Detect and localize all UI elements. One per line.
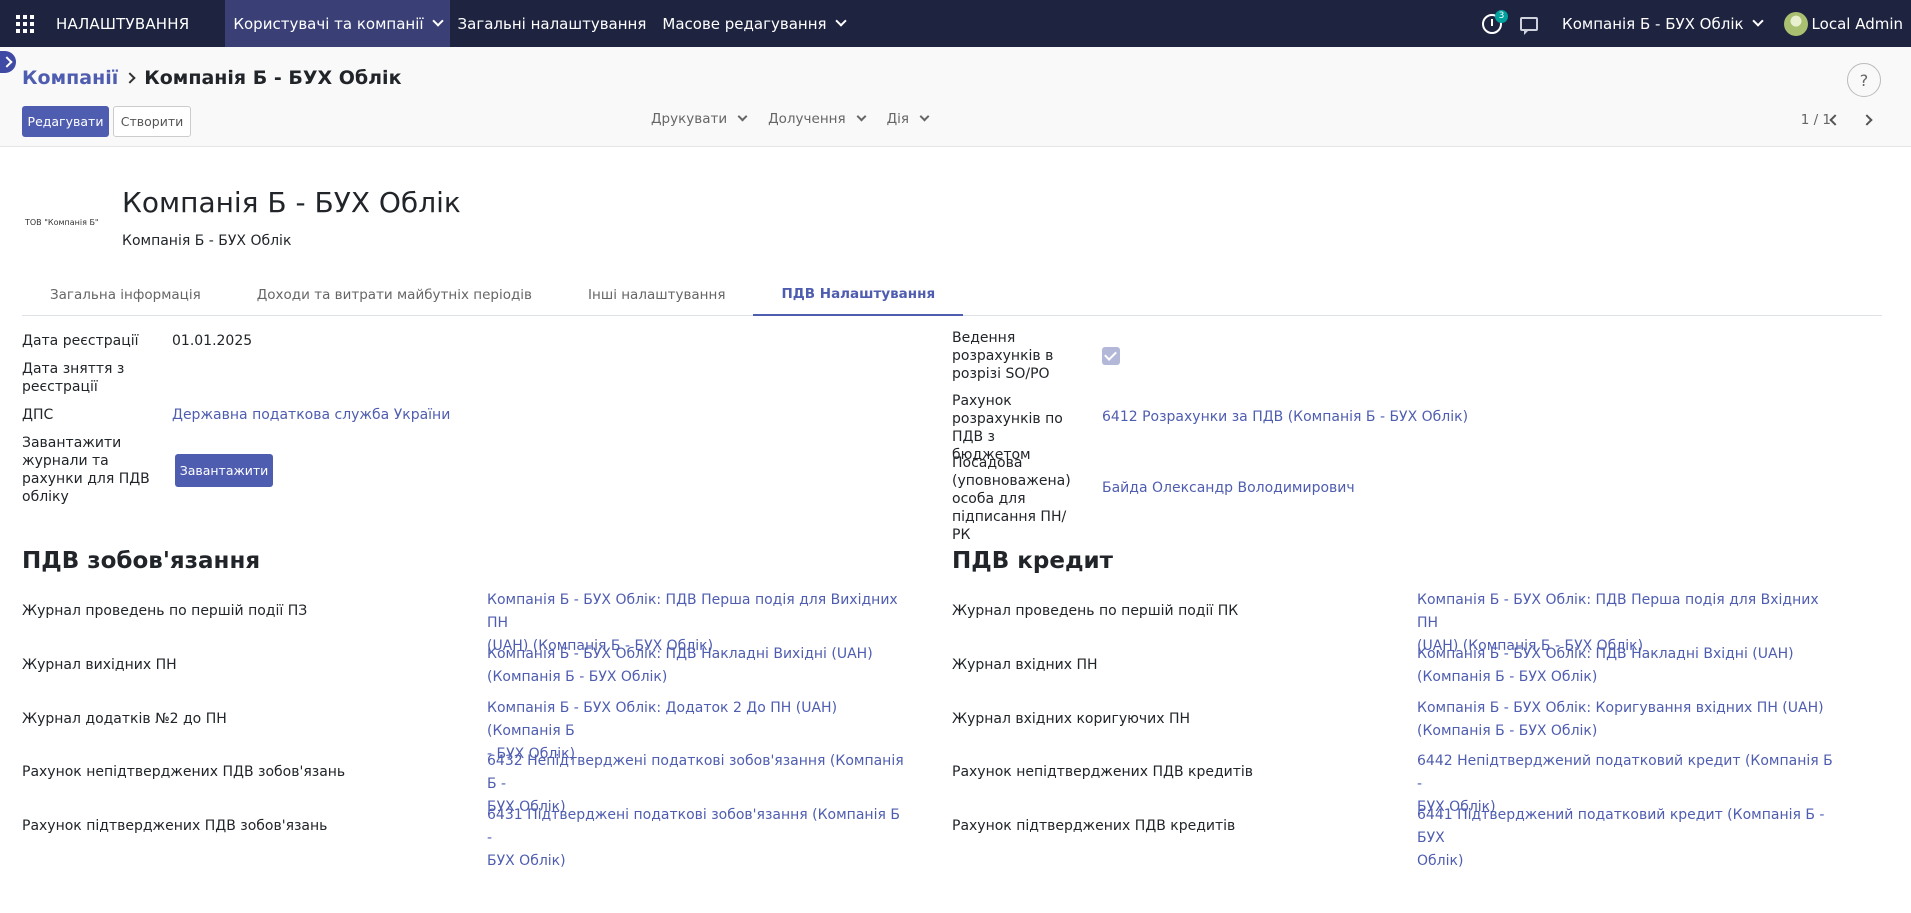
- tab-vat-settings[interactable]: ПДВ Налаштування: [753, 273, 964, 316]
- pager-next-icon[interactable]: [1861, 114, 1873, 126]
- reg-date-value[interactable]: 01.01.2025: [172, 332, 252, 350]
- load-button[interactable]: Завантажити: [175, 454, 273, 487]
- print-dropdown[interactable]: Друкувати: [651, 111, 748, 127]
- menu-users-companies[interactable]: Користувачі та компанії: [225, 0, 450, 47]
- dps-label: ДПС: [22, 407, 54, 423]
- credit-row-link-line: Компанія Б - БУХ Облік: ПДВ Накладні Вхі…: [1417, 646, 1794, 662]
- liab-row-link-line: БУХ Облік): [487, 853, 566, 869]
- chevron-down-icon: [856, 111, 867, 122]
- company-name: Компанія Б - БУХ Облік: [122, 186, 461, 219]
- liab-row-label: Рахунок підтверджених ПДВ зобов'язань: [22, 818, 328, 834]
- credit-row-link-line: 6442 Непідтверджений податковий кредит (…: [1417, 753, 1833, 792]
- liab-row-link-line: Компанія Б - БУХ Облік: ПДВ Перша подія …: [487, 592, 898, 631]
- chevron-down-icon: [834, 15, 847, 27]
- menu-users-companies-label: Користувачі та компанії: [233, 14, 424, 33]
- credit-row-link-line: Компанія Б - БУХ Облік: Коригування вхід…: [1417, 700, 1824, 716]
- liab-row-link-line: 6432 Непідтверджені податкові зобов'язан…: [487, 753, 904, 792]
- activity-clock-icon[interactable]: 3: [1482, 9, 1509, 34]
- chevron-down-icon: [737, 111, 748, 122]
- tab-other-settings[interactable]: Інші налаштування: [560, 273, 753, 316]
- liab-row-link[interactable]: Компанія Б - БУХ Облік: ПДВ Накладні Вих…: [487, 643, 907, 689]
- print-dropdown-label: Друкувати: [651, 111, 728, 127]
- control-panel: Компанії Компанія Б - БУХ Облік ? Редагу…: [0, 47, 1911, 147]
- liab-row-link-line: (Компанія Б - БУХ Облік): [487, 669, 668, 685]
- reg-date-label: Дата реєстрації: [22, 333, 139, 349]
- chevron-down-icon: [431, 15, 444, 27]
- pager-previous-icon[interactable]: [1829, 114, 1841, 126]
- top-navbar: НАЛАШТУВАННЯ Користувачі та компанії Заг…: [0, 0, 1911, 47]
- breadcrumb-current: Компанія Б - БУХ Облік: [144, 67, 402, 89]
- liab-row-link-line: Компанія Б - БУХ Облік: Додаток 2 До ПН …: [487, 700, 838, 739]
- breadcrumb: Компанії Компанія Б - БУХ Облік: [22, 67, 401, 89]
- credit-row-link-line: Облік): [1417, 853, 1464, 869]
- sopo-checkbox[interactable]: [1102, 347, 1120, 365]
- credit-row-link-line: (Компанія Б - БУХ Облік): [1417, 723, 1598, 739]
- company-form: ТОВ "Компанія Б" Компанія Б - БУХ Облік …: [0, 148, 1911, 913]
- liab-row-link-line: Компанія Б - БУХ Облік: ПДВ Накладні Вих…: [487, 646, 873, 662]
- user-name: Local Admin: [1811, 14, 1903, 33]
- chevron-right-icon: [124, 72, 136, 84]
- menu-mass-edit[interactable]: Масове редагування: [654, 0, 852, 47]
- sidebar-toggle-icon[interactable]: [0, 51, 16, 73]
- signer-link[interactable]: Байда Олександр Володимирович: [1102, 479, 1355, 497]
- liab-row-label: Журнал проведень по першій події ПЗ: [22, 603, 308, 619]
- credit-row-link-line: 6441 Підтверджений податковий кредит (Ко…: [1417, 807, 1825, 846]
- liab-row-link[interactable]: 6431 Підтверджені податкові зобов'язання…: [487, 804, 907, 873]
- attachments-dropdown[interactable]: Долучення: [768, 111, 867, 127]
- liab-row-label: Рахунок непідтверджених ПДВ зобов'язань: [22, 764, 346, 780]
- company-switcher[interactable]: Компанія Б - БУХ Облік: [1562, 14, 1764, 33]
- menu-mass-edit-label: Масове редагування: [662, 14, 827, 33]
- credit-row-label: Журнал проведень по першій події ПК: [952, 603, 1239, 619]
- vat-liabilities-title: ПДВ зобов'язання: [22, 548, 261, 574]
- credit-row-label: Журнал вхідних коригуючих ПН: [952, 711, 1191, 727]
- menu-general-settings-label: Загальні налаштування: [457, 14, 647, 33]
- help-button[interactable]: ?: [1847, 63, 1881, 97]
- user-menu[interactable]: Local Admin: [1783, 11, 1903, 36]
- credit-row-label: Рахунок непідтверджених ПДВ кредитів: [952, 764, 1254, 780]
- sopo-label: Ведення розрахунків в розрізі SO/PO: [952, 330, 1054, 382]
- apps-menu-icon[interactable]: [0, 0, 50, 47]
- company-switcher-label: Компанія Б - БУХ Облік: [1562, 14, 1744, 33]
- app-brand[interactable]: НАЛАШТУВАННЯ: [56, 15, 189, 33]
- company-subtitle: Компанія Б - БУХ Облік: [122, 233, 292, 249]
- signer-label: Посадова (уповноважена) особа для підпис…: [952, 455, 1071, 543]
- load-journals-label: Завантажити журнали та рахунки для ПДВ о…: [22, 435, 150, 505]
- dps-link[interactable]: Державна податкова служба України: [172, 406, 450, 424]
- dereg-date-label: Дата зняття з реєстрації: [22, 361, 125, 395]
- chevron-down-icon: [919, 111, 930, 122]
- liab-row-label: Журнал вихідних ПН: [22, 657, 177, 673]
- credit-row-label: Рахунок підтверджених ПДВ кредитів: [952, 818, 1236, 834]
- liab-row-label: Журнал додатків №2 до ПН: [22, 711, 227, 727]
- create-button[interactable]: Створити: [113, 106, 191, 137]
- vat-account-link[interactable]: 6412 Розрахунки за ПДВ (Компанія Б - БУХ…: [1102, 408, 1468, 426]
- liab-row-link-line: 6431 Підтверджені податкові зобов'язання…: [487, 807, 900, 846]
- action-dropdown-label: Дія: [886, 111, 910, 127]
- vat-credit-title: ПДВ кредит: [952, 548, 1113, 574]
- attachments-dropdown-label: Долучення: [768, 111, 846, 127]
- breadcrumb-companies-link[interactable]: Компанії: [22, 67, 118, 89]
- avatar: [1783, 11, 1808, 36]
- credit-row-link-line: Компанія Б - БУХ Облік: ПДВ Перша подія …: [1417, 592, 1819, 631]
- credit-row-label: Журнал вхідних ПН: [952, 657, 1098, 673]
- credit-row-link-line: (Компанія Б - БУХ Облік): [1417, 669, 1598, 685]
- credit-row-link[interactable]: 6441 Підтверджений податковий кредит (Ко…: [1417, 804, 1837, 873]
- pager-value[interactable]: 1 / 1: [1801, 112, 1831, 128]
- activity-badge: 3: [1495, 9, 1509, 23]
- company-logo[interactable]: ТОВ "Компанія Б": [25, 218, 99, 227]
- form-tabs: Загальна інформація Доходи та витрати ма…: [22, 273, 1882, 316]
- credit-row-link[interactable]: Компанія Б - БУХ Облік: Коригування вхід…: [1417, 697, 1837, 743]
- tab-general-info[interactable]: Загальна інформація: [22, 273, 229, 316]
- action-dropdown[interactable]: Дія: [886, 111, 930, 127]
- tab-deferred-income[interactable]: Доходи та витрати майбутніх періодів: [229, 273, 560, 316]
- edit-button[interactable]: Редагувати: [22, 106, 109, 137]
- credit-row-link[interactable]: Компанія Б - БУХ Облік: ПДВ Накладні Вхі…: [1417, 643, 1837, 689]
- menu-general-settings[interactable]: Загальні налаштування: [450, 0, 655, 47]
- chevron-down-icon: [1751, 15, 1764, 27]
- chat-icon[interactable]: [1520, 16, 1539, 35]
